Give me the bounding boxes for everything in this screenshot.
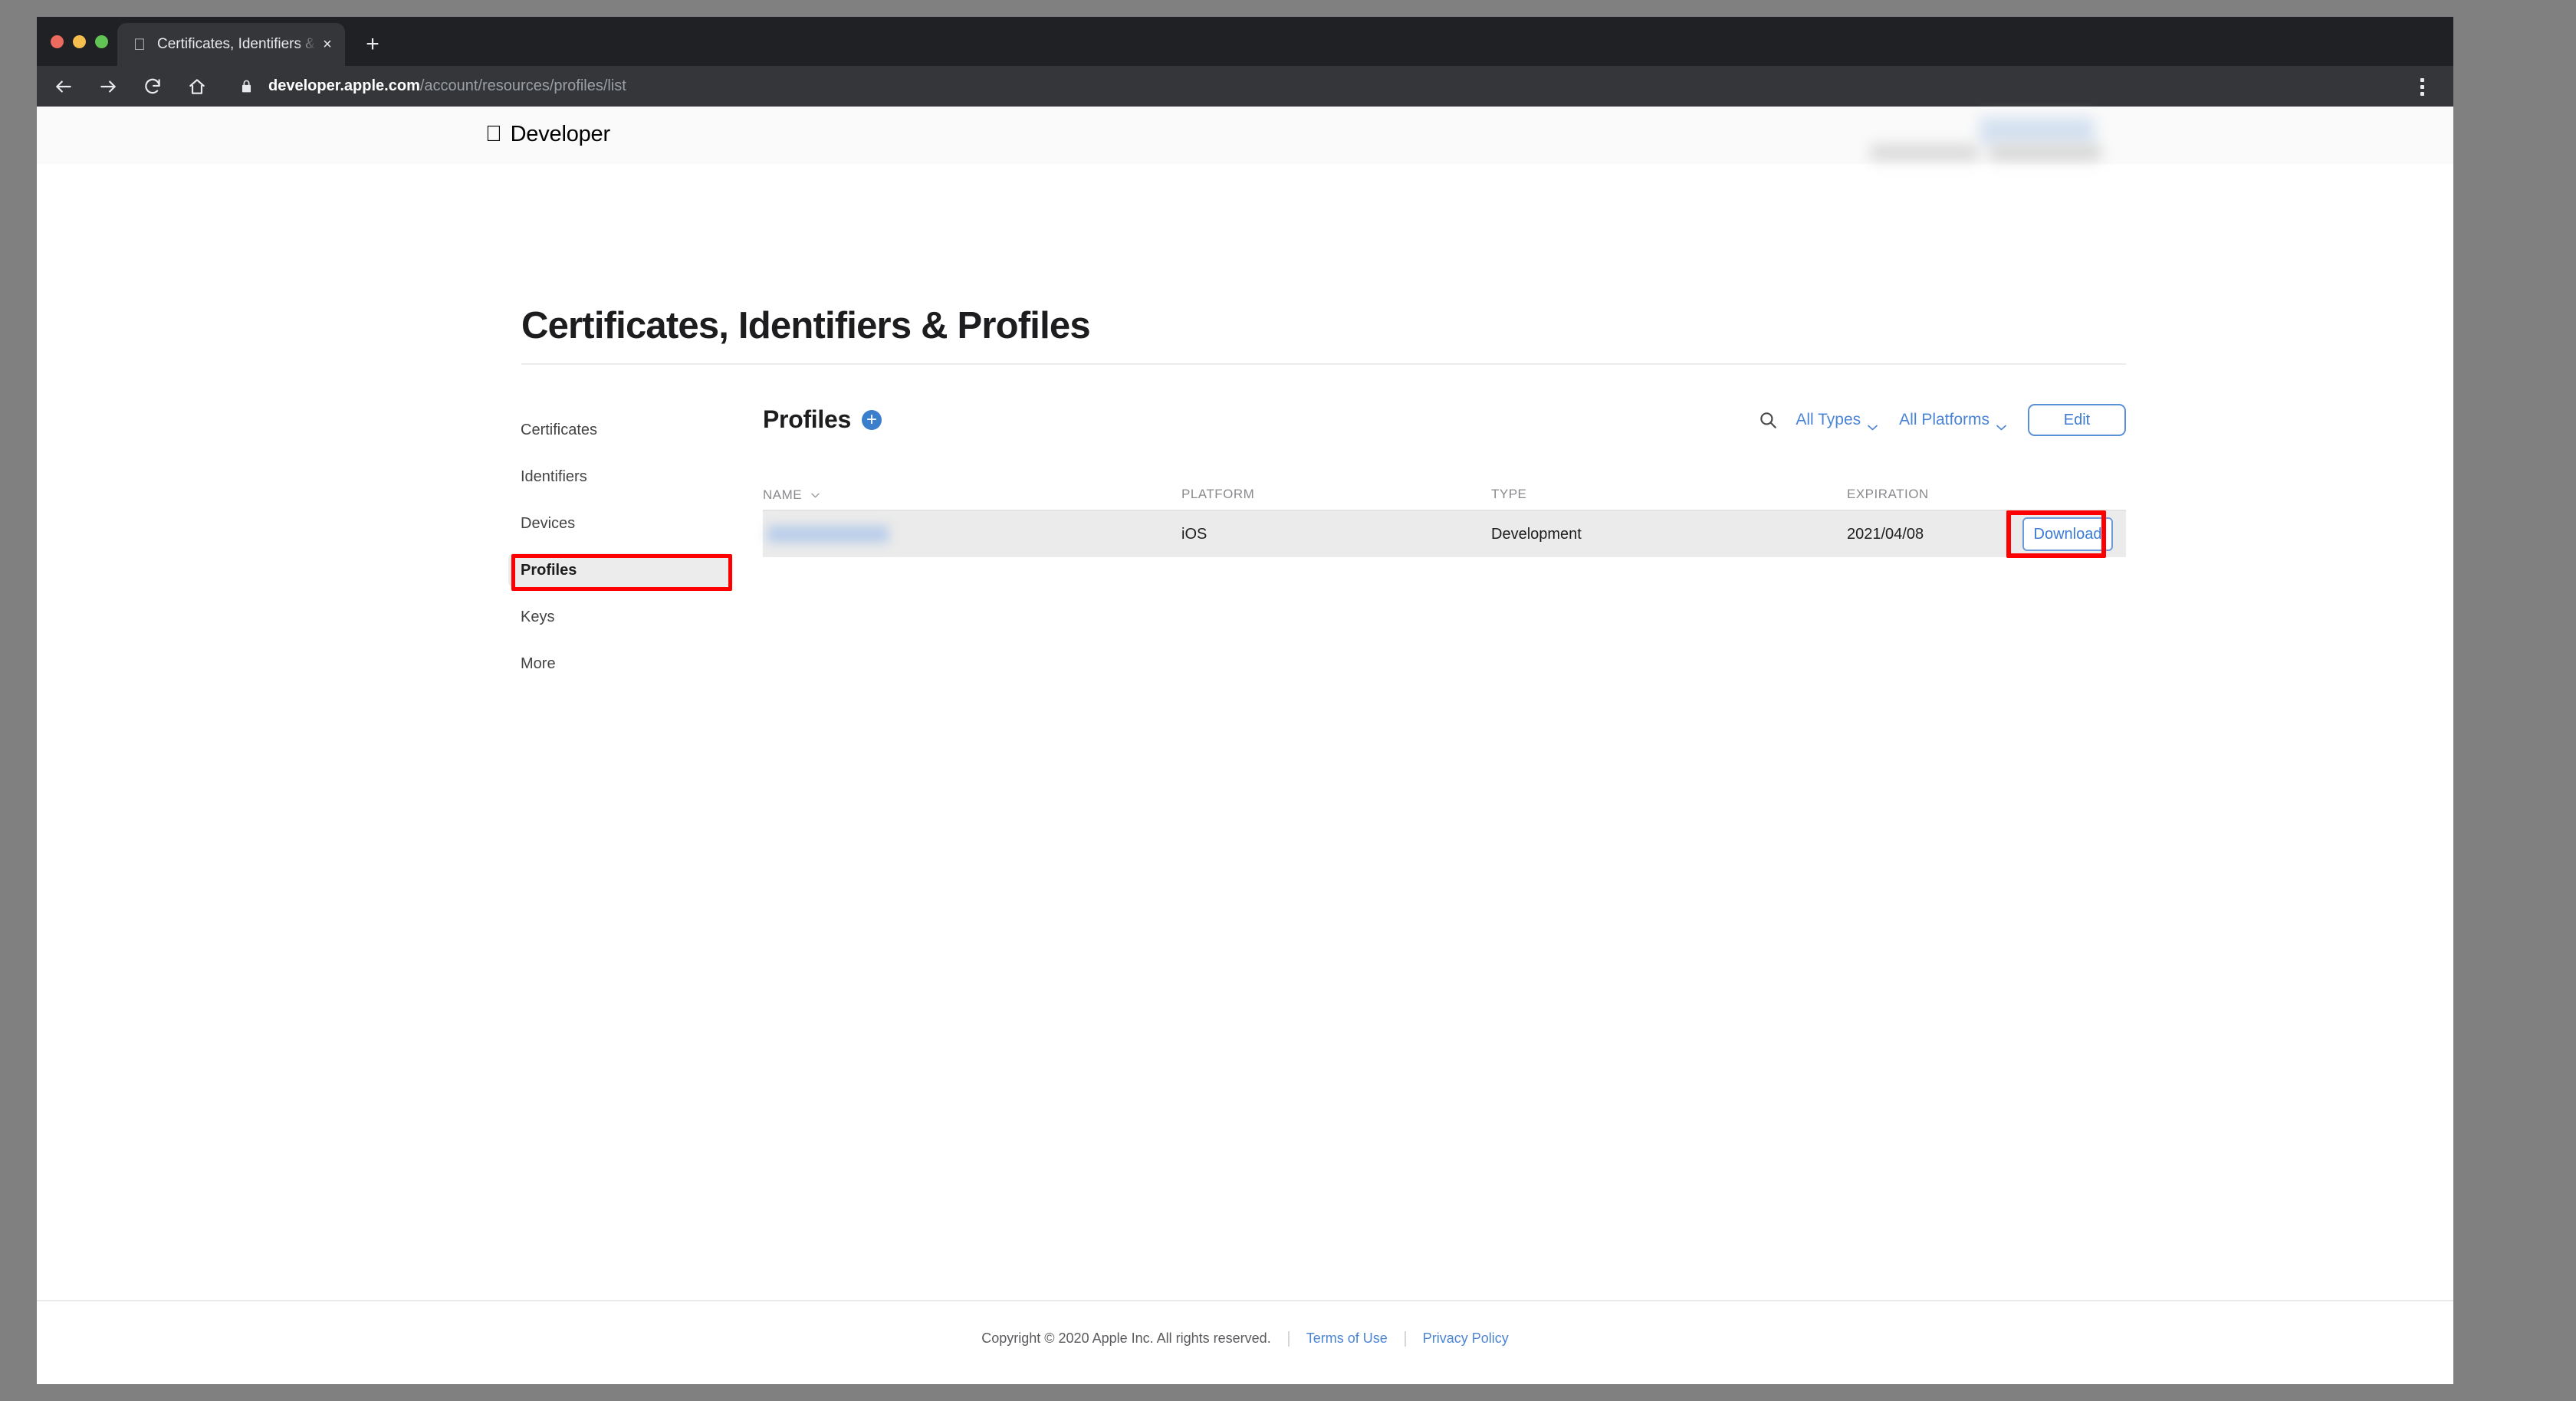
column-header-name[interactable]: NAME — [763, 487, 820, 503]
section-title: Profiles — [763, 405, 851, 433]
column-header-platform[interactable]: PLATFORM — [1181, 487, 1254, 502]
sidebar: Certificates Identifiers Devices Profile… — [508, 413, 731, 694]
chevron-down-icon — [811, 487, 820, 498]
url-path: /account/resources/profiles/list — [419, 77, 626, 94]
footer-separator — [1287, 1330, 1290, 1347]
page-content:  Developer Certificates, Identifiers & … — [37, 107, 2453, 1384]
table-row[interactable]: iOS Development 2021/04/08 Download — [763, 510, 2126, 558]
sidebar-item-identifiers[interactable]: Identifiers — [508, 460, 731, 494]
url-host: developer.apple.com — [268, 77, 420, 94]
browser-tab-strip:  Certificates, Identifiers & Profiles ×… — [37, 17, 2453, 66]
reload-icon[interactable] — [135, 69, 170, 104]
new-tab-button[interactable]: + — [357, 29, 388, 60]
sidebar-item-profiles[interactable]: Profiles — [508, 553, 731, 587]
sidebar-item-label: Identifiers — [521, 468, 587, 485]
sidebar-item-more[interactable]: More — [508, 647, 731, 681]
privacy-policy-link[interactable]: Privacy Policy — [1423, 1330, 1509, 1347]
title-divider — [521, 363, 2126, 365]
sidebar-item-certificates[interactable]: Certificates — [508, 413, 731, 447]
main-header-row: Profiles + All Types All Platforms Edit — [763, 404, 2126, 447]
page-title: Certificates, Identifiers & Profiles — [521, 305, 1091, 346]
sidebar-item-label: Keys — [521, 608, 555, 625]
profiles-table: NAME PLATFORM TYPE EXPIRATION iOS Develo… — [763, 481, 2126, 558]
browser-tab[interactable]:  Certificates, Identifiers & Profiles × — [117, 23, 345, 66]
profile-name-redacted — [767, 526, 889, 543]
cell-type: Development — [1491, 525, 1582, 543]
apple-developer-logo[interactable]:  Developer — [485, 122, 610, 147]
site-footer: Copyright © 2020 Apple Inc. All rights r… — [37, 1303, 2453, 1384]
filter-label: All Platforms — [1899, 411, 1990, 428]
sidebar-item-label: Profiles — [521, 561, 577, 579]
minimize-window-button[interactable] — [73, 35, 86, 48]
sidebar-item-keys[interactable]: Keys — [508, 600, 731, 634]
account-area-redacted — [1871, 108, 2124, 164]
footer-divider — [37, 1300, 2453, 1301]
cell-action: Download — [2009, 513, 2126, 556]
lock-icon — [238, 78, 255, 95]
column-header-expiration[interactable]: EXPIRATION — [1847, 487, 1929, 502]
address-bar[interactable]: developer.apple.com/account/resources/pr… — [268, 77, 626, 95]
close-window-button[interactable] — [51, 35, 64, 48]
forward-arrow-icon[interactable] — [90, 69, 126, 104]
account-badge-redacted — [1980, 117, 2095, 145]
back-arrow-icon[interactable] — [46, 69, 81, 104]
browser-menu-icon[interactable] — [2407, 72, 2436, 101]
browser-window:  Certificates, Identifiers & Profiles ×… — [37, 17, 2453, 1384]
cell-platform: iOS — [1181, 525, 1208, 543]
sidebar-item-label: Certificates — [521, 421, 598, 438]
sidebar-item-devices[interactable]: Devices — [508, 507, 731, 540]
developer-wordmark: Developer — [494, 122, 611, 146]
column-header-label: NAME — [763, 487, 803, 502]
sidebar-item-label: Devices — [521, 514, 576, 532]
account-team-redacted — [1990, 145, 2101, 160]
account-name-redacted — [1871, 145, 1978, 160]
sidebar-item-label: More — [521, 655, 556, 672]
list-toolbar: All Types All Platforms Edit — [1753, 404, 2126, 436]
close-icon[interactable]: × — [316, 33, 339, 56]
filter-label: All Types — [1796, 411, 1861, 428]
chevron-down-icon — [1868, 417, 1878, 431]
cell-profile-name — [767, 511, 1166, 557]
copyright-text: Copyright © 2020 Apple Inc. All rights r… — [981, 1330, 1271, 1346]
terms-of-use-link[interactable]: Terms of Use — [1306, 1330, 1388, 1347]
home-icon[interactable] — [179, 69, 215, 104]
download-button[interactable]: Download — [2022, 517, 2113, 551]
browser-toolbar: developer.apple.com/account/resources/pr… — [37, 66, 2453, 107]
site-header:  Developer — [37, 107, 2453, 164]
footer-separator — [1404, 1330, 1406, 1347]
filter-all-types[interactable]: All Types — [1796, 411, 1878, 431]
cell-expiration: 2021/04/08 — [1847, 525, 1924, 543]
apple-icon:  — [485, 123, 502, 146]
apple-icon:  — [131, 36, 148, 53]
main-column: Profiles + All Types All Platforms Edit — [763, 404, 2126, 447]
search-icon[interactable] — [1753, 405, 1783, 435]
filter-all-platforms[interactable]: All Platforms — [1899, 411, 2006, 431]
profiles-heading: Profiles + — [763, 405, 882, 434]
table-header-row: NAME PLATFORM TYPE EXPIRATION — [763, 481, 2126, 511]
browser-tab-title: Certificates, Identifiers & Profiles — [157, 36, 316, 52]
window-traffic-lights — [51, 35, 108, 48]
chevron-down-icon — [1996, 417, 2006, 431]
add-profile-button[interactable]: + — [861, 409, 882, 430]
maximize-window-button[interactable] — [95, 35, 108, 48]
column-header-type[interactable]: TYPE — [1491, 487, 1526, 502]
edit-button[interactable]: Edit — [2028, 404, 2126, 436]
